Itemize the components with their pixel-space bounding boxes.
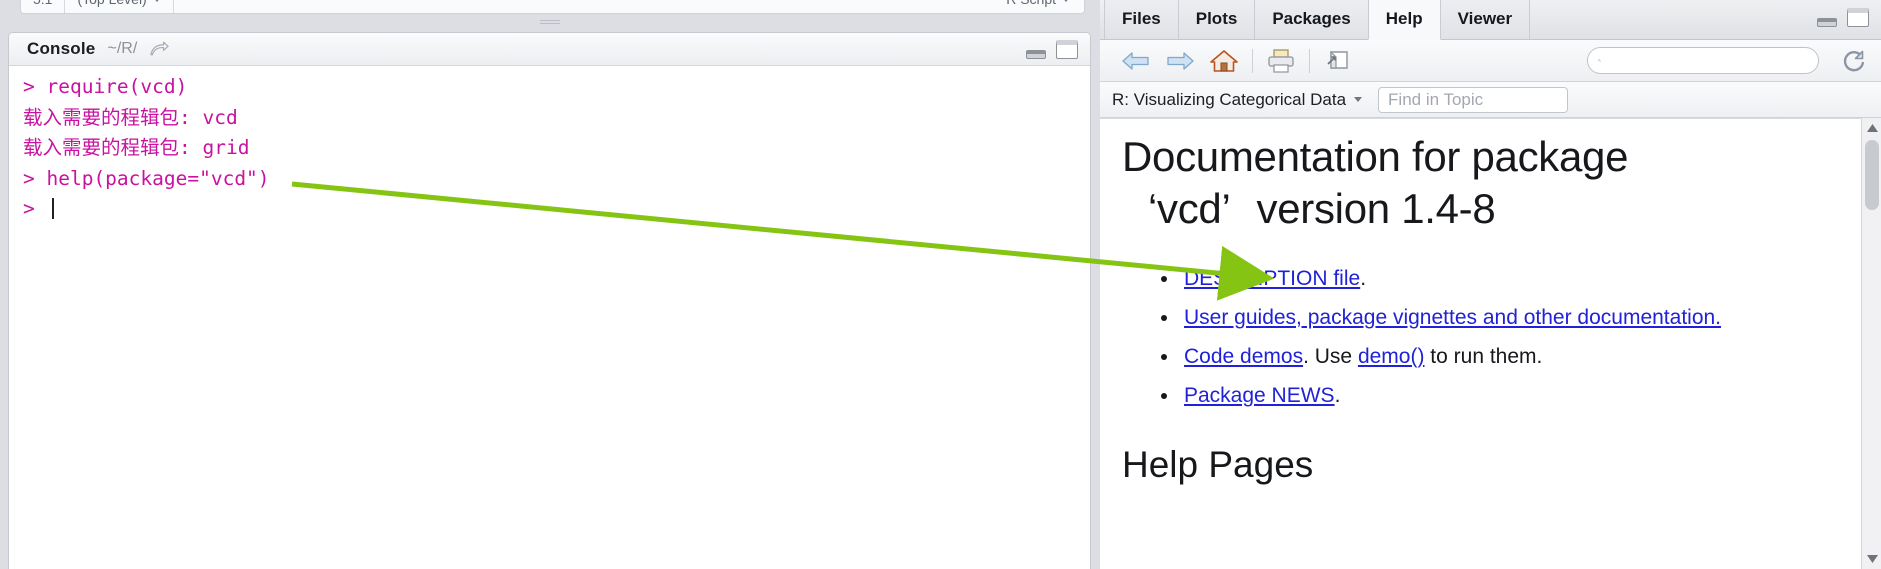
console-line: 载入需要的程辑包: grid bbox=[23, 136, 250, 159]
tab-viewer[interactable]: Viewer bbox=[1439, 0, 1531, 39]
demo-function-link[interactable]: demo() bbox=[1358, 345, 1425, 368]
source-editor-status-bar: 5:1 (Top Level) R Script bbox=[20, 0, 1085, 14]
chevron-down-icon[interactable] bbox=[1354, 97, 1363, 102]
cursor-position-indicator[interactable]: 5:1 bbox=[21, 0, 66, 13]
bullet-text: to run them. bbox=[1424, 345, 1543, 368]
scope-label: (Top Level) bbox=[77, 0, 146, 7]
popout-arrow-icon[interactable] bbox=[149, 40, 169, 58]
minimize-icon[interactable] bbox=[1026, 50, 1046, 59]
scroll-down-arrow-icon[interactable] bbox=[1862, 549, 1881, 569]
tab-files[interactable]: Files bbox=[1104, 0, 1179, 39]
chevron-down-icon bbox=[1062, 0, 1070, 2]
console-window-controls bbox=[1026, 40, 1078, 59]
tab-label: Viewer bbox=[1457, 9, 1513, 28]
left-column: 5:1 (Top Level) R Script Console ~/R/ bbox=[0, 0, 1100, 569]
help-breadcrumb: R: Visualizing Categorical Data Find in … bbox=[1100, 82, 1881, 118]
help-links-list: DESCRIPTION file. User guides, package v… bbox=[1122, 259, 1847, 415]
console-prompt: > bbox=[23, 197, 47, 220]
maximize-icon[interactable] bbox=[1847, 8, 1869, 27]
forward-arrow-icon[interactable] bbox=[1158, 42, 1202, 80]
help-window-controls bbox=[1817, 8, 1869, 27]
console-line: > require(vcd) bbox=[23, 75, 188, 98]
list-item: User guides, package vignettes and other… bbox=[1180, 298, 1847, 337]
user-guides-vignettes-link[interactable]: User guides, package vignettes and other… bbox=[1184, 306, 1721, 329]
bullet-text: . bbox=[1360, 267, 1367, 290]
scrollbar-thumb[interactable] bbox=[1865, 140, 1879, 210]
toolbar-separator bbox=[1252, 48, 1253, 73]
help-toolbar bbox=[1100, 40, 1881, 82]
tab-label: Plots bbox=[1195, 9, 1238, 28]
find-in-topic-field[interactable]: Find in Topic bbox=[1378, 86, 1569, 113]
tab-packages[interactable]: Packages bbox=[1254, 0, 1369, 39]
tab-label: Packages bbox=[1272, 9, 1351, 28]
help-document-viewport[interactable]: Documentation for package ‘vcd’ version 1… bbox=[1100, 118, 1881, 569]
list-item: DESCRIPTION file. bbox=[1180, 259, 1847, 298]
print-icon[interactable] bbox=[1259, 42, 1303, 80]
console-title: Console bbox=[27, 39, 96, 58]
cursor-position-label: 5:1 bbox=[33, 0, 52, 7]
help-topic-label: R: Visualizing Categorical Data bbox=[1112, 89, 1347, 109]
toolbar-separator bbox=[1309, 48, 1310, 73]
chevron-down-icon bbox=[152, 0, 161, 2]
heading-version: version 1.4-8 bbox=[1256, 185, 1496, 232]
list-item: Package NEWS. bbox=[1180, 376, 1847, 415]
maximize-icon[interactable] bbox=[1056, 40, 1078, 59]
list-item: Code demos. Use demo() to run them. bbox=[1180, 337, 1847, 376]
minimize-icon[interactable] bbox=[1817, 18, 1837, 27]
tab-help[interactable]: Help bbox=[1367, 0, 1441, 40]
help-document: Documentation for package ‘vcd’ version 1… bbox=[1100, 119, 1881, 487]
tab-plots[interactable]: Plots bbox=[1177, 0, 1256, 39]
home-icon[interactable] bbox=[1202, 42, 1246, 80]
console-working-directory[interactable]: ~/R/ bbox=[107, 40, 137, 58]
description-file-link[interactable]: DESCRIPTION file bbox=[1184, 267, 1360, 290]
console-header: Console ~/R/ bbox=[9, 33, 1090, 66]
console-output[interactable]: > require(vcd) 载入需要的程辑包: vcd 载入需要的程辑包: g… bbox=[9, 66, 1090, 569]
help-scrollbar[interactable] bbox=[1861, 118, 1881, 569]
scope-selector[interactable]: (Top Level) bbox=[65, 0, 174, 13]
package-news-link[interactable]: Package NEWS bbox=[1184, 384, 1335, 407]
splitter-grip bbox=[540, 20, 560, 26]
heading-line-1: Documentation for package bbox=[1122, 133, 1629, 180]
show-in-new-window-icon[interactable] bbox=[1316, 42, 1360, 80]
console-cursor bbox=[52, 198, 55, 219]
search-icon bbox=[1598, 59, 1601, 62]
file-type-label: R Script bbox=[1006, 0, 1056, 7]
scroll-up-arrow-icon[interactable] bbox=[1862, 118, 1881, 138]
rstudio-window: 5:1 (Top Level) R Script Console ~/R/ bbox=[0, 0, 1881, 569]
tab-label: Files bbox=[1122, 9, 1161, 28]
console-pane: Console ~/R/ > require(vcd) 载入需要的程辑包: vc… bbox=[8, 32, 1091, 569]
file-type-selector[interactable]: R Script bbox=[994, 0, 1084, 13]
help-search-input[interactable] bbox=[1607, 50, 1818, 71]
code-demos-link[interactable]: Code demos bbox=[1184, 345, 1303, 368]
console-line: 载入需要的程辑包: vcd bbox=[23, 105, 238, 129]
help-topic-selector[interactable]: R: Visualizing Categorical Data bbox=[1112, 90, 1346, 110]
pane-splitter[interactable] bbox=[0, 14, 1100, 32]
heading-package-name: ‘vcd’ bbox=[1148, 185, 1231, 232]
console-line: > help(package="vcd") bbox=[23, 166, 270, 190]
help-document-heading: Documentation for package ‘vcd’ version 1… bbox=[1122, 131, 1847, 235]
refresh-icon[interactable] bbox=[1837, 48, 1871, 74]
help-search-box[interactable] bbox=[1587, 47, 1819, 74]
bullet-text: . Use bbox=[1303, 345, 1358, 368]
help-pages-section-heading: Help Pages bbox=[1122, 444, 1314, 485]
bullet-text: . bbox=[1334, 384, 1341, 407]
right-panel-tabbar: Files Plots Packages Help Viewer bbox=[1100, 0, 1881, 40]
back-arrow-icon[interactable] bbox=[1114, 42, 1158, 80]
tab-label: Help bbox=[1385, 9, 1423, 28]
find-in-topic-placeholder: Find in Topic bbox=[1388, 89, 1484, 109]
help-panel: Files Plots Packages Help Viewer R: Visu… bbox=[1100, 0, 1881, 569]
